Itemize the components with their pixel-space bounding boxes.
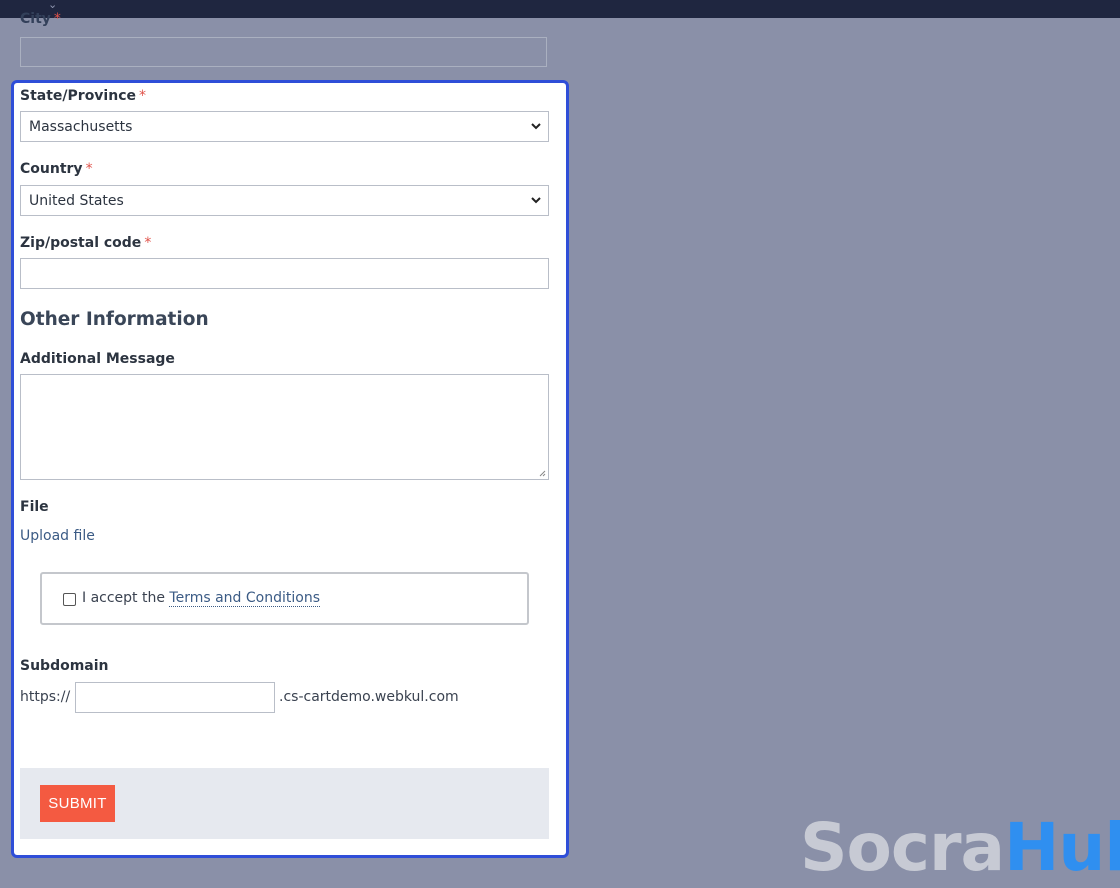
state-select-value: Massachusetts: [29, 118, 133, 135]
zip-label-text: Zip/postal code: [20, 235, 142, 251]
required-mark: *: [139, 88, 146, 104]
chevron-down-icon: [531, 123, 541, 130]
section-title: Other Information: [20, 309, 209, 330]
state-label-text: State/Province: [20, 88, 136, 104]
form-footer: SUBMIT: [20, 768, 549, 839]
required-mark: *: [144, 235, 152, 251]
country-select[interactable]: United States: [20, 185, 549, 216]
resize-grip-icon[interactable]: [538, 469, 546, 477]
zip-label: Zip/postal code *: [20, 235, 151, 251]
required-mark: *: [53, 11, 61, 27]
terms-checkbox[interactable]: [63, 593, 76, 606]
watermark-logo: SocraHub: [800, 808, 1120, 888]
message-label: Additional Message: [20, 351, 175, 367]
top-bar: ⌄: [0, 0, 1120, 18]
chevron-down-icon[interactable]: ⌄: [48, 0, 57, 11]
zip-input[interactable]: [20, 258, 549, 289]
terms-text: I accept the Terms and Conditions: [82, 590, 320, 607]
state-select[interactable]: Massachusetts: [20, 111, 549, 142]
subdomain-prefix: https://: [20, 689, 71, 705]
city-input[interactable]: [20, 37, 547, 67]
submit-button[interactable]: SUBMIT: [40, 785, 115, 822]
subdomain-label: Subdomain: [20, 658, 109, 674]
watermark-part-2: Hub: [1004, 809, 1120, 886]
city-label-text: City: [20, 11, 51, 27]
message-textarea[interactable]: [20, 374, 549, 480]
country-select-value: United States: [29, 192, 124, 209]
terms-box: I accept the Terms and Conditions: [40, 572, 529, 625]
terms-prefix: I accept the: [82, 590, 165, 606]
country-label: Country *: [20, 161, 93, 177]
file-label: File: [20, 499, 49, 515]
subdomain-input[interactable]: [75, 682, 275, 713]
state-label: State/Province *: [20, 88, 146, 104]
upload-file-link[interactable]: Upload file: [20, 528, 95, 544]
subdomain-suffix: .cs-cartdemo.webkul.com: [279, 689, 459, 705]
watermark-part-1: Socra: [800, 809, 1005, 886]
terms-link[interactable]: Terms and Conditions: [169, 590, 320, 607]
country-label-text: Country: [20, 161, 83, 177]
chevron-down-icon: [531, 197, 541, 204]
city-label: City *: [20, 11, 61, 27]
required-mark: *: [85, 161, 93, 177]
